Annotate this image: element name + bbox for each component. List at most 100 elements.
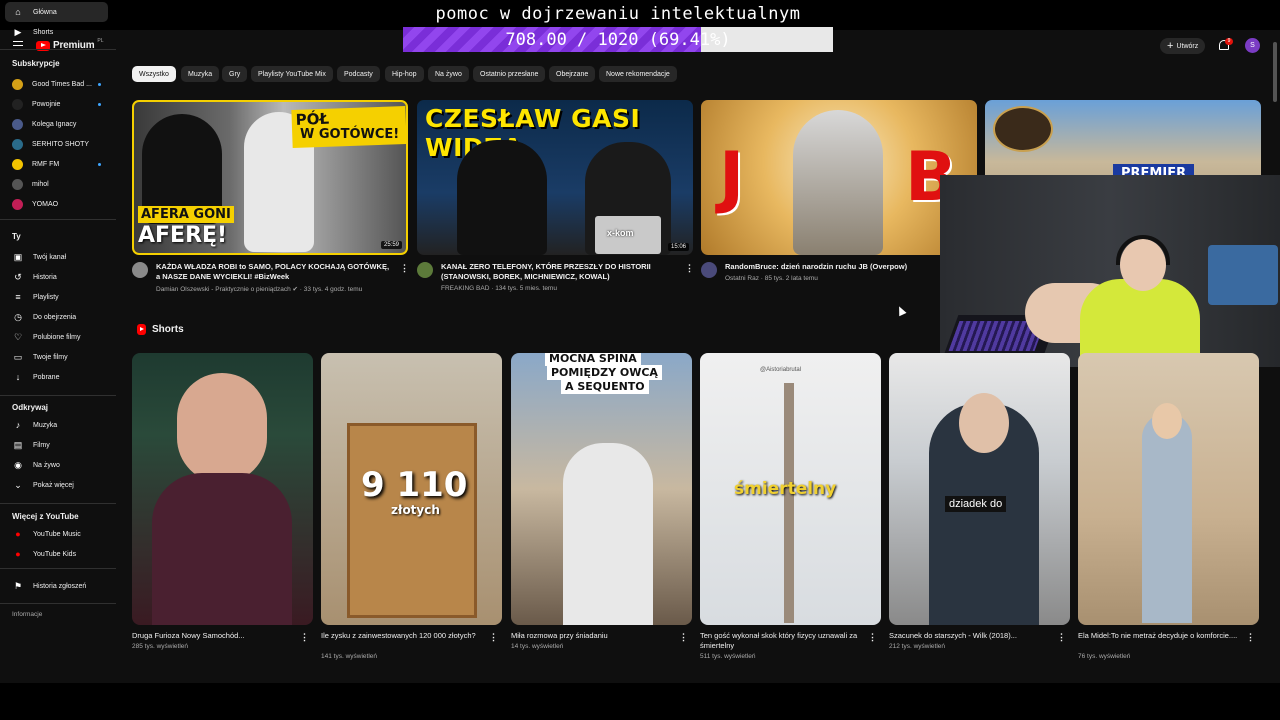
channel-avatar	[12, 78, 23, 90]
scrollbar[interactable]	[1272, 40, 1278, 680]
filter-chip[interactable]: Ostatnio przesłane	[473, 66, 546, 82]
sidebar-divider	[0, 568, 116, 569]
sidebar-subscription[interactable]: Kolega Ignacy	[5, 114, 108, 134]
video-thumbnail[interactable]: PÓŁ BILIONA W GOTÓWCE! AFERA GONI AFERĘ!…	[132, 100, 408, 255]
more-vert-icon[interactable]: ⋮	[400, 263, 409, 274]
filter-chip[interactable]: Wszystko	[132, 66, 176, 82]
channel-name[interactable]: Ostatni Raz	[725, 275, 759, 282]
filter-chip[interactable]: Muzyka	[181, 66, 220, 82]
more-vert-icon[interactable]: ⋮	[1246, 632, 1255, 643]
shorts-heading: Shorts	[152, 324, 184, 335]
more-vert-icon[interactable]: ⋮	[1057, 632, 1066, 643]
short-thumbnail[interactable]	[1078, 353, 1259, 625]
sidebar-info-link[interactable]: Informacje	[12, 611, 42, 618]
channel-avatar[interactable]	[701, 262, 717, 278]
filter-chip[interactable]: Obejrzane	[549, 66, 596, 82]
short-views: 76 tys. wyświetleń	[1078, 653, 1131, 660]
short-thumbnail[interactable]: dziadek do	[889, 353, 1070, 625]
download-icon: ↓	[15, 372, 21, 382]
filter-chip[interactable]: Playlisty YouTube Mix	[251, 66, 333, 82]
sidebar-item[interactable]: ◷ Do obejrzenia	[5, 307, 108, 327]
sidebar-subscription[interactable]: Powojnie	[5, 94, 108, 114]
shorts-icon	[137, 324, 146, 335]
film-icon: ▤	[13, 439, 23, 450]
sidebar-item-label: Polubione filmy	[33, 333, 81, 341]
stream-goal-progress-text: 708.00 / 1020 (69.41%)	[505, 30, 731, 50]
sidebar-item[interactable]: ≡ Playlisty	[5, 287, 108, 307]
short-title[interactable]: Ile zysku z zainwestowanych 120 000 złot…	[321, 631, 486, 641]
sidebar-item[interactable]: ⌄ Pokaż więcej	[5, 475, 108, 495]
short-overlay-text: złotych	[391, 503, 440, 517]
sidebar-section-heading[interactable]: Ty	[12, 232, 21, 241]
filter-chip[interactable]: Nowe rekomendacje	[599, 66, 677, 82]
short-title[interactable]: Miła rozmowa przy śniadaniu	[511, 631, 676, 641]
short-thumbnail[interactable]: @Aistoriabrutal śmiertelny	[700, 353, 881, 625]
history-icon: ↺	[14, 271, 22, 282]
video-title[interactable]: KANAŁ ZERO TELEFONY, KTÓRE PRZESZŁY DO H…	[441, 262, 677, 282]
create-button[interactable]: + Utwórz	[1160, 38, 1206, 54]
sidebar-item[interactable]: ⌂ Główna	[5, 2, 108, 22]
short-face	[959, 393, 1009, 453]
channel-avatar[interactable]	[132, 262, 148, 278]
new-content-dot	[98, 102, 101, 106]
sidebar-item[interactable]: ◉ Na żywo	[5, 455, 108, 475]
more-vert-icon[interactable]: ⋮	[685, 263, 694, 274]
scrollbar-thumb[interactable]	[1273, 42, 1277, 102]
video-title[interactable]: RandomBruce: dzień narodzin ruchu JB (Ov…	[725, 262, 961, 272]
filter-chip[interactable]: Gry	[222, 66, 248, 82]
short-thumbnail[interactable]	[132, 353, 313, 625]
channel-avatar[interactable]	[417, 262, 433, 278]
sidebar-subscription[interactable]: mihol	[5, 174, 108, 194]
sidebar-item-report-history[interactable]: ⚑ Historia zgłoszeń	[5, 576, 108, 596]
sidebar-divider	[0, 603, 116, 604]
sidebar-item[interactable]: ↺ Historia	[5, 267, 108, 287]
short-title[interactable]: Ten gość wykonał skok który fizycy uznaw…	[700, 631, 865, 651]
sidebar-subscription[interactable]: RMF FM	[5, 154, 108, 174]
short-title[interactable]: Ela Midel:To nie metraż decyduje o komfo…	[1078, 631, 1243, 641]
video-meta: 134 tys. 5 mies. temu	[495, 285, 557, 292]
sidebar-item-label: Do obejrzenia	[33, 313, 77, 321]
sidebar-item[interactable]: ▭ Twoje filmy	[5, 347, 108, 367]
sidebar-item[interactable]: ● YouTube Music	[5, 524, 108, 544]
short-thumbnail[interactable]: MOCNA SPINA POMIĘDZY OWCĄ A SEQUENTO	[511, 353, 692, 625]
sidebar-item-label: Pobrane	[33, 373, 60, 381]
sidebar-item[interactable]: ♡ Polubione filmy	[5, 327, 108, 347]
channel-avatar	[12, 98, 23, 110]
chevron-down-icon: ⌄	[14, 479, 22, 490]
avatar[interactable]: S	[1245, 38, 1260, 53]
sidebar-section-heading[interactable]: Więcej z YouTube	[12, 512, 79, 521]
sidebar-item[interactable]: ● YouTube Kids	[5, 544, 108, 564]
sidebar-subscription[interactable]: YOMAO	[5, 194, 108, 214]
more-vert-icon[interactable]: ⋮	[868, 632, 877, 643]
more-vert-icon[interactable]: ⋮	[489, 632, 498, 643]
sidebar-item[interactable]: ▣ Twój kanał	[5, 247, 108, 267]
short-face	[177, 373, 267, 483]
channel-avatar	[12, 198, 23, 210]
sidebar-item[interactable]: ▶ Shorts	[5, 22, 108, 42]
sidebar-subscription[interactable]: SERHITO SHOTY	[5, 134, 108, 154]
clock-icon: ◷	[14, 311, 22, 322]
channel-name[interactable]: FREAKING BAD	[441, 285, 489, 292]
short-thumbnail[interactable]: 9 110 złotych	[321, 353, 502, 625]
sidebar-item[interactable]: ▤ Filmy	[5, 435, 108, 455]
filter-chip[interactable]: Podcasty	[337, 66, 380, 82]
video-thumbnail[interactable]: J B	[701, 100, 977, 255]
sidebar-section-heading[interactable]: Odkrywaj	[12, 403, 48, 412]
sidebar-item-label: Historia zgłoszeń	[33, 582, 87, 590]
sidebar-section-heading[interactable]: Subskrypcje	[12, 59, 60, 68]
home-icon: ⌂	[15, 7, 21, 17]
short-title[interactable]: Druga Furioza Nowy Samochód...	[132, 631, 297, 641]
sidebar-subscription[interactable]: Good Times Bad ...	[5, 74, 108, 94]
video-thumbnail[interactable]: CZESŁAW GASI WIDZA x-kom 15:06	[417, 100, 693, 255]
short-title[interactable]: Szacunek do starszych - Wilk (2018)...	[889, 631, 1054, 641]
sidebar-item[interactable]: ♪ Muzyka	[5, 415, 108, 435]
channel-name[interactable]: Damian Olszewski - Praktycznie o pieniąd…	[156, 286, 291, 293]
more-vert-icon[interactable]: ⋮	[300, 632, 309, 643]
more-vert-icon[interactable]: ⋮	[679, 632, 688, 643]
sidebar-item[interactable]: ↓ Pobrane	[5, 367, 108, 387]
notification-badge: 9	[1225, 38, 1233, 45]
filter-chip[interactable]: Na żywo	[428, 66, 469, 82]
video-title[interactable]: KAŻDA WŁADZA ROBI to SAMO, POLACY KOCHAJ…	[156, 262, 392, 282]
video-channel-meta: Damian Olszewski - Praktycznie o pieniąd…	[156, 286, 363, 293]
filter-chip[interactable]: Hip-hop	[385, 66, 424, 82]
